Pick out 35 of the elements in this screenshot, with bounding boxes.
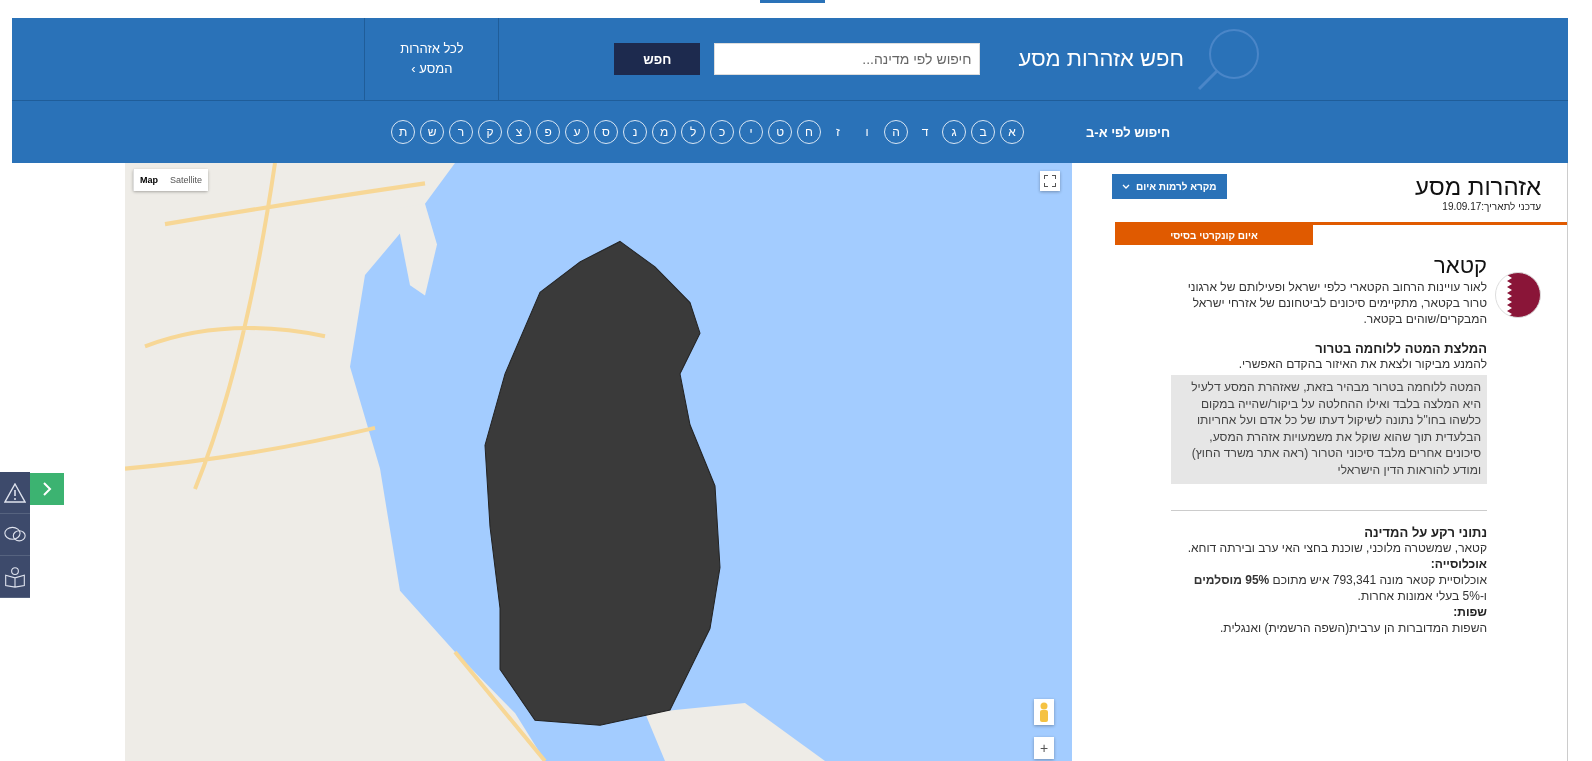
nav-indicator — [760, 0, 825, 3]
speech-bubbles-icon[interactable] — [0, 514, 30, 556]
letter-link[interactable]: ו — [855, 120, 880, 144]
disclaimer-note: המטה ללוחמה בטרור מבהיר בזאת, שאזהרת המסע דלעיל היא המלצה בלבד ואילו ההחלטה על ביקור/שהייה במקום כלשהו בחו"ל נתונה לשיקול דעתו של כל אדם ועל אחריותו הבלעדית תוך שהוא שוקל את משמעויות אזהרת המסע, סיכונים אחרים מלבד סיכוני הטרור (ראה אתר משרד החוץ) ומודע להוראות הדין הישראלי — [1171, 375, 1487, 484]
alphabet-label: חיפוש לפי א-ב — [1086, 124, 1170, 140]
caret-icon — [1122, 183, 1130, 190]
page-title: חפש אזהרות מסע — [1018, 46, 1184, 72]
section-title: נתוני רקע על המדינה — [1363, 525, 1487, 540]
population-label: אוכלוסייה: — [1429, 556, 1487, 572]
search-field[interactable]: חיפוש לפי מדינה... — [714, 43, 981, 75]
flag-icon — [1495, 272, 1541, 318]
languages-text: השפות המדוברות הן ערבית(השפה הרשמית) ואנגלית. — [1219, 620, 1487, 636]
search-button[interactable]: חפש — [614, 43, 701, 75]
warnings-title: אזהרות מסע — [1414, 173, 1541, 201]
zoom-in-button[interactable]: + — [1034, 737, 1054, 759]
section-title: המלצת המטה ללוחמה בטרור — [1314, 341, 1487, 356]
all-warnings-link[interactable]: לכל אזהרות המסע › — [400, 39, 464, 79]
background-text: קטאר, שמשטרה מלוכני, שוכנת בחצי האי ערב ובירתה דוחא. — [1186, 540, 1487, 556]
map-type-button[interactable]: Satellite — [164, 169, 209, 191]
chevron-icon — [42, 482, 52, 496]
update-date: עדכני לתאריך:19.09.17 — [1441, 201, 1541, 212]
map-type-button[interactable]: Map — [133, 169, 164, 191]
legend-dropdown[interactable]: מקרא לרמות איום — [1112, 174, 1227, 199]
country-name: קטאר — [1433, 253, 1487, 279]
fullscreen-button[interactable] — [1040, 171, 1060, 191]
warning-icon[interactable] — [0, 472, 30, 514]
population-text: אוכלוסיית קטאר מונה 793,341 איש מתוכם 95% מוסלמים ו-5% בעלי אמונות אחרות. — [1192, 572, 1487, 604]
letter-link[interactable]: ד — [913, 120, 938, 144]
recommendation-text: להמנע מביקור ולצאת את האיזור בהקדם האפשרי. — [1237, 356, 1487, 372]
letter-link[interactable]: ז — [826, 120, 851, 144]
threat-level-tag: איום קונקרטי בסיסי — [1115, 225, 1313, 245]
country-summary: לאור עויינות הרחוב הקטארי כלפי ישראל ופעילותם של ארגוני טרור בקטאר, מתקיימים סיכונים לביטחונם של אזרחי ישראל המבקרים/שוהים בקטאר. — [1186, 279, 1487, 327]
languages-label: שפות: — [1452, 604, 1487, 620]
book-reader-icon[interactable] — [0, 556, 30, 598]
search-icon — [1196, 26, 1262, 92]
